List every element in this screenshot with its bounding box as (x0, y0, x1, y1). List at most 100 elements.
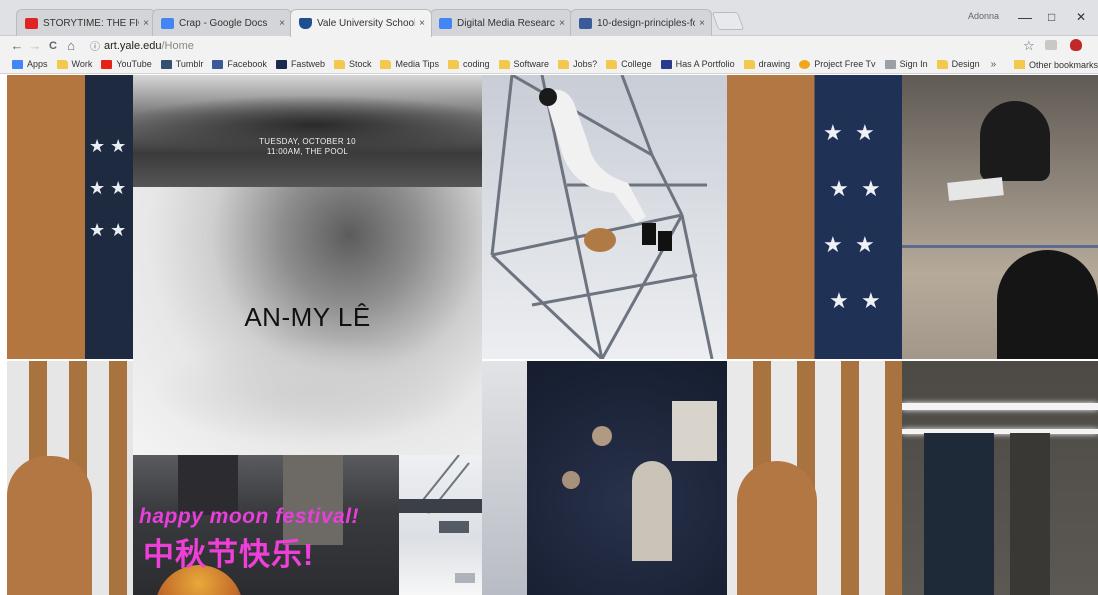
standing-figure (632, 461, 672, 561)
tab-storytime[interactable]: STORYTIME: THE FIGHT - × (16, 9, 156, 36)
stripes-portrait-image[interactable] (7, 361, 133, 595)
bookmark-software[interactable]: Software (498, 59, 550, 69)
bookmark-label: drawing (758, 59, 791, 69)
audience-image[interactable] (482, 361, 727, 595)
scaffold-sculpture-icon (490, 75, 714, 359)
bookmark-list: Apps Work YouTube Tumblr Facebook Fastweb Stoc… (0, 59, 989, 69)
url-path: /Home (161, 39, 194, 52)
bookmark-drawing[interactable]: drawing (743, 59, 791, 69)
youtube-icon (101, 59, 113, 69)
tab-digital-media[interactable]: Digital Media Research × (430, 9, 572, 36)
bookmark-label: Software (513, 59, 550, 69)
bookmark-label: Tumblr (175, 59, 204, 69)
maximize-icon[interactable]: □ (1048, 10, 1055, 24)
moon-festival-english: happy moon festival! (139, 505, 360, 528)
folder-icon (380, 59, 392, 69)
folder-icon (743, 59, 755, 69)
bookmark-youtube[interactable]: YouTube (101, 59, 152, 69)
bookmark-sign-in[interactable]: Sign In (884, 59, 928, 69)
bookmark-star-icon[interactable]: ☆ (1023, 38, 1035, 54)
hallway-door (924, 433, 994, 595)
close-tab-icon[interactable]: × (419, 18, 425, 29)
folder-icon (56, 59, 68, 69)
folder-icon (936, 59, 948, 69)
bookmark-jobs[interactable]: Jobs? (558, 59, 597, 69)
bookmark-college[interactable]: College (606, 59, 652, 69)
gallery-image[interactable] (399, 455, 482, 595)
folder-icon (333, 59, 345, 69)
bookmark-work[interactable]: Work (56, 59, 93, 69)
pftv-icon (799, 59, 811, 69)
bookmark-label: YouTube (116, 59, 152, 69)
minimize-icon[interactable]: — (1018, 9, 1032, 25)
extension-icon[interactable] (1045, 40, 1057, 50)
bookmarks-overflow-icon[interactable]: » (991, 59, 997, 70)
close-tab-icon[interactable]: × (143, 18, 149, 29)
feature-tile[interactable]: AN-MY LÊ (133, 187, 482, 455)
event-poster-tile[interactable]: TUESDAY, OCTOBER 10 11:00AM, THE POOL (133, 75, 482, 187)
bookmark-label: Design (951, 59, 980, 69)
bookmark-fastweb[interactable]: Fastweb (275, 59, 325, 69)
paper-sheet (947, 177, 1004, 201)
moon-festival-image[interactable]: happy moon festival! 中秋节快乐! (133, 455, 399, 595)
tab-title: STORYTIME: THE FIGHT - (43, 17, 139, 29)
bookmark-label: Sign In (899, 59, 928, 69)
folder-icon (606, 59, 618, 69)
info-icon[interactable]: ⓘ (90, 38, 100, 53)
poster-on-wall (672, 401, 717, 461)
bookmark-label: Jobs? (573, 59, 598, 69)
stripes-portrait-image[interactable] (727, 361, 902, 595)
tumblr-icon (160, 59, 172, 69)
folder-icon (1013, 60, 1025, 69)
portfolio-icon (660, 59, 672, 69)
tab-yale-art[interactable]: Vale University School of × (290, 9, 432, 37)
event-time-place: 11:00AM, THE POOL (266, 147, 349, 156)
bookmark-label: Fastweb (290, 59, 325, 69)
tab-google-docs[interactable]: Crap - Google Docs × (152, 9, 292, 36)
close-tab-icon[interactable]: × (279, 18, 285, 29)
bookmark-facebook[interactable]: Facebook (212, 59, 267, 69)
bookmark-has-a-portfolio[interactable]: Has A Portfolio (660, 59, 735, 69)
bookmark-design[interactable]: Design (936, 59, 980, 69)
apps-grid-icon (12, 59, 23, 69)
profile-name[interactable]: Adonna (968, 11, 999, 21)
flag-portrait-image[interactable] (727, 75, 902, 359)
address-bar[interactable]: ⓘ art.yale.edu/Home (90, 37, 1048, 54)
flag-portrait-image[interactable] (7, 75, 133, 359)
bookmark-project-free-tv[interactable]: Project Free Tv (799, 59, 876, 69)
forward-arrow-icon[interactable]: → (26, 38, 44, 53)
bookmark-apps[interactable]: Apps (12, 59, 48, 69)
reload-icon[interactable]: C (44, 40, 62, 52)
url-host: art.yale.edu (104, 39, 162, 52)
feature-title: AN-MY LÊ (244, 302, 371, 332)
tab-title: Digital Media Research (457, 17, 556, 29)
fastweb-icon (275, 59, 287, 69)
new-tab-button[interactable] (711, 12, 745, 30)
tab-design-principles[interactable]: 10-design-principles-fo × (570, 9, 712, 36)
event-date: TUESDAY, OCTOBER 10 (259, 137, 356, 146)
bookmark-label: College (621, 59, 652, 69)
back-arrow-icon[interactable]: ← (8, 38, 26, 53)
close-tab-icon[interactable]: × (699, 18, 705, 29)
bookmark-media-tips[interactable]: Media Tips (380, 59, 439, 69)
bookmark-label: Apps (27, 59, 48, 69)
performance-image[interactable] (482, 75, 727, 359)
extension-badge-icon[interactable] (1070, 39, 1082, 51)
other-bookmarks-label: Other bookmarks (1028, 59, 1098, 70)
close-tab-icon[interactable]: × (559, 18, 565, 29)
bookmark-stock[interactable]: Stock (333, 59, 371, 69)
hallway-image[interactable] (902, 361, 1098, 595)
bookmark-tumblr[interactable]: Tumblr (160, 59, 204, 69)
page-content: TUESDAY, OCTOBER 10 11:00AM, THE POOL AN… (7, 75, 1098, 595)
bookmark-coding[interactable]: coding (448, 59, 490, 69)
google-docs-icon (439, 17, 452, 29)
bookmark-label: Work (71, 59, 93, 69)
page-icon (884, 59, 896, 69)
workshop-image[interactable] (902, 75, 1098, 359)
close-window-icon[interactable]: ✕ (1076, 10, 1086, 24)
tab-title: 10-design-principles-fo (597, 17, 696, 29)
bookmark-label: Project Free Tv (814, 59, 876, 69)
other-bookmarks[interactable]: Other bookmarks (1007, 55, 1098, 73)
home-icon[interactable]: ⌂ (62, 38, 80, 53)
youtube-icon (25, 17, 38, 29)
